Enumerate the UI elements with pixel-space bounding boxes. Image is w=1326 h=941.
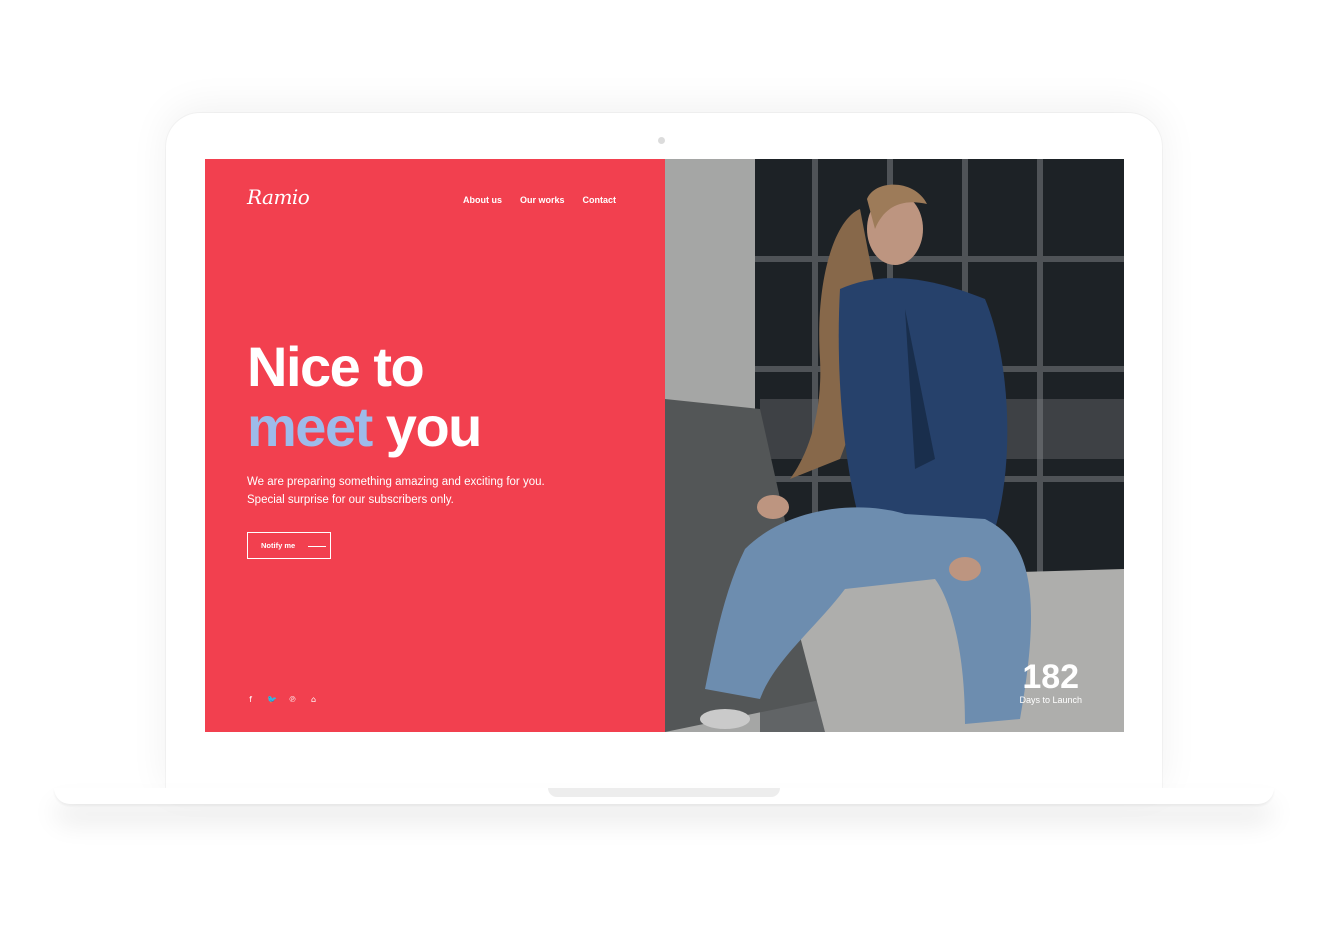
camera-dot bbox=[658, 137, 665, 144]
launch-countdown: 182 Days to Launch bbox=[1019, 659, 1082, 705]
screen: Ramio About us Our works Contact Nice to… bbox=[205, 159, 1124, 732]
laptop-notch bbox=[548, 788, 780, 797]
nav-about-us[interactable]: About us bbox=[463, 195, 502, 205]
nav-contact[interactable]: Contact bbox=[583, 195, 617, 205]
headline-accent: meet bbox=[247, 395, 373, 458]
countdown-label: Days to Launch bbox=[1019, 695, 1082, 705]
headline-line1: Nice to bbox=[247, 335, 425, 398]
main-nav: About us Our works Contact bbox=[463, 195, 616, 205]
notify-me-button[interactable]: Notify me bbox=[247, 532, 331, 559]
headline-line2: you bbox=[385, 395, 483, 458]
photo-illustration bbox=[665, 159, 1124, 732]
notify-me-label: Notify me bbox=[261, 541, 296, 550]
twitter-icon[interactable]: 🐦 bbox=[267, 695, 277, 704]
hero-tagline: We are preparing something amazing and e… bbox=[247, 476, 545, 506]
hero-panel: Ramio About us Our works Contact Nice to… bbox=[205, 159, 665, 732]
laptop-mockup: Ramio About us Our works Contact Nice to… bbox=[0, 0, 1326, 941]
arrow-line-icon bbox=[308, 546, 326, 547]
countdown-number: 182 bbox=[1022, 658, 1080, 696]
github-icon[interactable]: ⌂ bbox=[309, 695, 318, 704]
nav-our-works[interactable]: Our works bbox=[520, 195, 565, 205]
facebook-icon[interactable]: f bbox=[246, 695, 255, 704]
hero-photo: 182 Days to Launch bbox=[665, 159, 1124, 732]
hero-headline: Nice to meet you bbox=[247, 335, 483, 458]
brand-logo[interactable]: Ramio bbox=[247, 185, 310, 209]
social-links: f 🐦 ℗ ⌂ bbox=[246, 695, 318, 704]
pinterest-icon[interactable]: ℗ bbox=[288, 695, 297, 704]
